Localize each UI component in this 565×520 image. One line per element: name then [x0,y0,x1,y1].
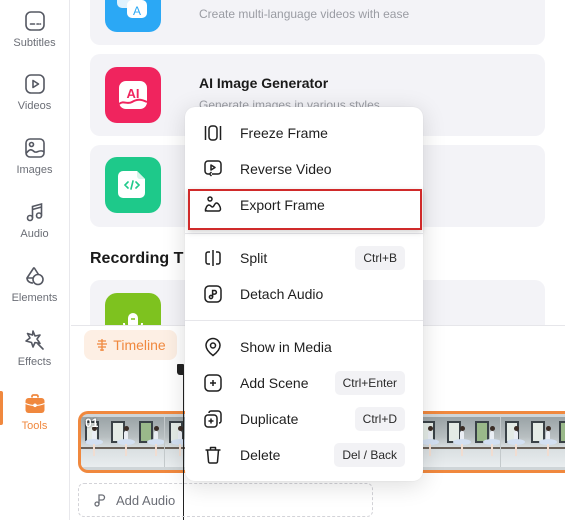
frame-dancer [453,426,471,456]
sidebar-item-effects[interactable]: Effects [0,322,69,378]
menu-item-label: Add Scene [240,375,309,391]
ai-image-icon: AI [105,67,161,123]
frame-dancer [483,426,500,456]
sidebar-label: Images [16,164,53,176]
shortcut-badge: Ctrl+Enter [334,371,405,395]
add-audio-button[interactable]: Add Audio [78,483,373,517]
clip-number: 01 [85,416,99,430]
section-title-recording: Recording T [90,250,184,267]
sidebar-label: Subtitles [13,37,56,49]
split-icon [205,250,221,266]
tool-card-translate[interactable]: A Create multi-language videos with ease [90,0,545,45]
svg-text:AI: AI [127,86,140,101]
sidebar-item-elements[interactable]: Elements [0,258,69,314]
video-play-icon [24,74,45,94]
video-editor: Subtitles Videos Images Audio Elements E… [0,0,565,520]
sidebar-item-subtitles[interactable]: Subtitles [0,0,69,56]
shapes-icon [25,267,44,286]
microphone-icon [105,293,161,325]
sidebar-item-audio[interactable]: Audio [0,194,69,250]
shortcut-badge: Del / Back [334,443,405,467]
menu-item-label: Reverse Video [240,161,332,177]
frame-window [559,421,565,443]
duplicate-icon [204,410,222,428]
sidebar: Subtitles Videos Images Audio Elements E… [0,0,70,520]
menu-item-freeze-frame[interactable]: Freeze Frame [185,115,423,151]
menu-item-label: Split [240,250,268,266]
timeline-button-label: Timeline [113,337,166,353]
image-icon [24,138,45,158]
shortcut-badge: Ctrl+D [354,407,405,431]
add-scene-icon [204,374,222,392]
menu-item-export-frame[interactable]: Export Frame [185,187,423,223]
card-description: Create multi-language videos with ease [199,7,410,21]
menu-divider [185,233,423,234]
timeline-icon [97,339,108,351]
svg-text:A: A [133,4,141,18]
sidebar-item-videos[interactable]: Videos [0,66,69,122]
shortcut-badge: Ctrl+B [355,246,405,270]
location-pin-icon [205,337,221,357]
context-menu: Freeze Frame Reverse Video Export Frame … [185,107,423,481]
menu-item-show-in-media[interactable]: Show in Media [185,329,423,365]
music-note-icon [26,202,42,222]
menu-item-label: Duplicate [240,411,299,427]
sidebar-item-images[interactable]: Images [0,130,69,186]
menu-item-duplicate[interactable]: Duplicate Ctrl+D [185,401,423,437]
sidebar-label: Elements [11,292,58,304]
sidebar-label: Tools [21,420,48,432]
timeline-button[interactable]: Timeline [84,330,177,360]
card-title: AI Image Generator [199,75,329,91]
frame-dancer [117,426,135,456]
reverse-video-icon [204,160,222,177]
menu-divider [185,320,423,321]
menu-item-detach-audio[interactable]: Detach Audio [185,276,423,312]
frame-dancer [147,426,164,456]
frame-dancer [421,426,439,456]
add-audio-label: Add Audio [116,492,176,508]
sidebar-label: Effects [17,356,52,368]
export-frame-icon [204,196,222,212]
clip-frame-thumbnail [417,417,501,467]
subtitles-icon [24,11,45,31]
menu-item-label: Detach Audio [240,286,324,302]
menu-item-add-scene[interactable]: Add Scene Ctrl+Enter [185,365,423,401]
music-note-icon [94,494,106,507]
menu-item-delete[interactable]: Delete Del / Back [185,437,423,473]
clip-frame-thumbnail [501,417,565,467]
toolbox-icon [24,394,45,413]
trash-icon [205,446,221,464]
menu-item-label: Export Frame [240,197,325,213]
frame-dancer [539,426,557,456]
menu-item-label: Freeze Frame [240,125,328,141]
menu-item-label: Delete [240,447,281,463]
menu-item-reverse-video[interactable]: Reverse Video [185,151,423,187]
code-file-icon [105,157,161,213]
menu-item-label: Show in Media [240,339,332,355]
detach-audio-icon [204,285,222,303]
translate-icon: A [105,0,161,32]
sidebar-label: Videos [17,100,52,112]
freeze-frame-icon [204,125,222,141]
sidebar-item-tools[interactable]: Tools [0,386,69,442]
sidebar-label: Audio [20,228,49,240]
magic-star-icon [24,330,44,350]
menu-item-split[interactable]: Split Ctrl+B [185,240,423,276]
frame-dancer [507,426,525,456]
frame-dancer [85,426,103,456]
